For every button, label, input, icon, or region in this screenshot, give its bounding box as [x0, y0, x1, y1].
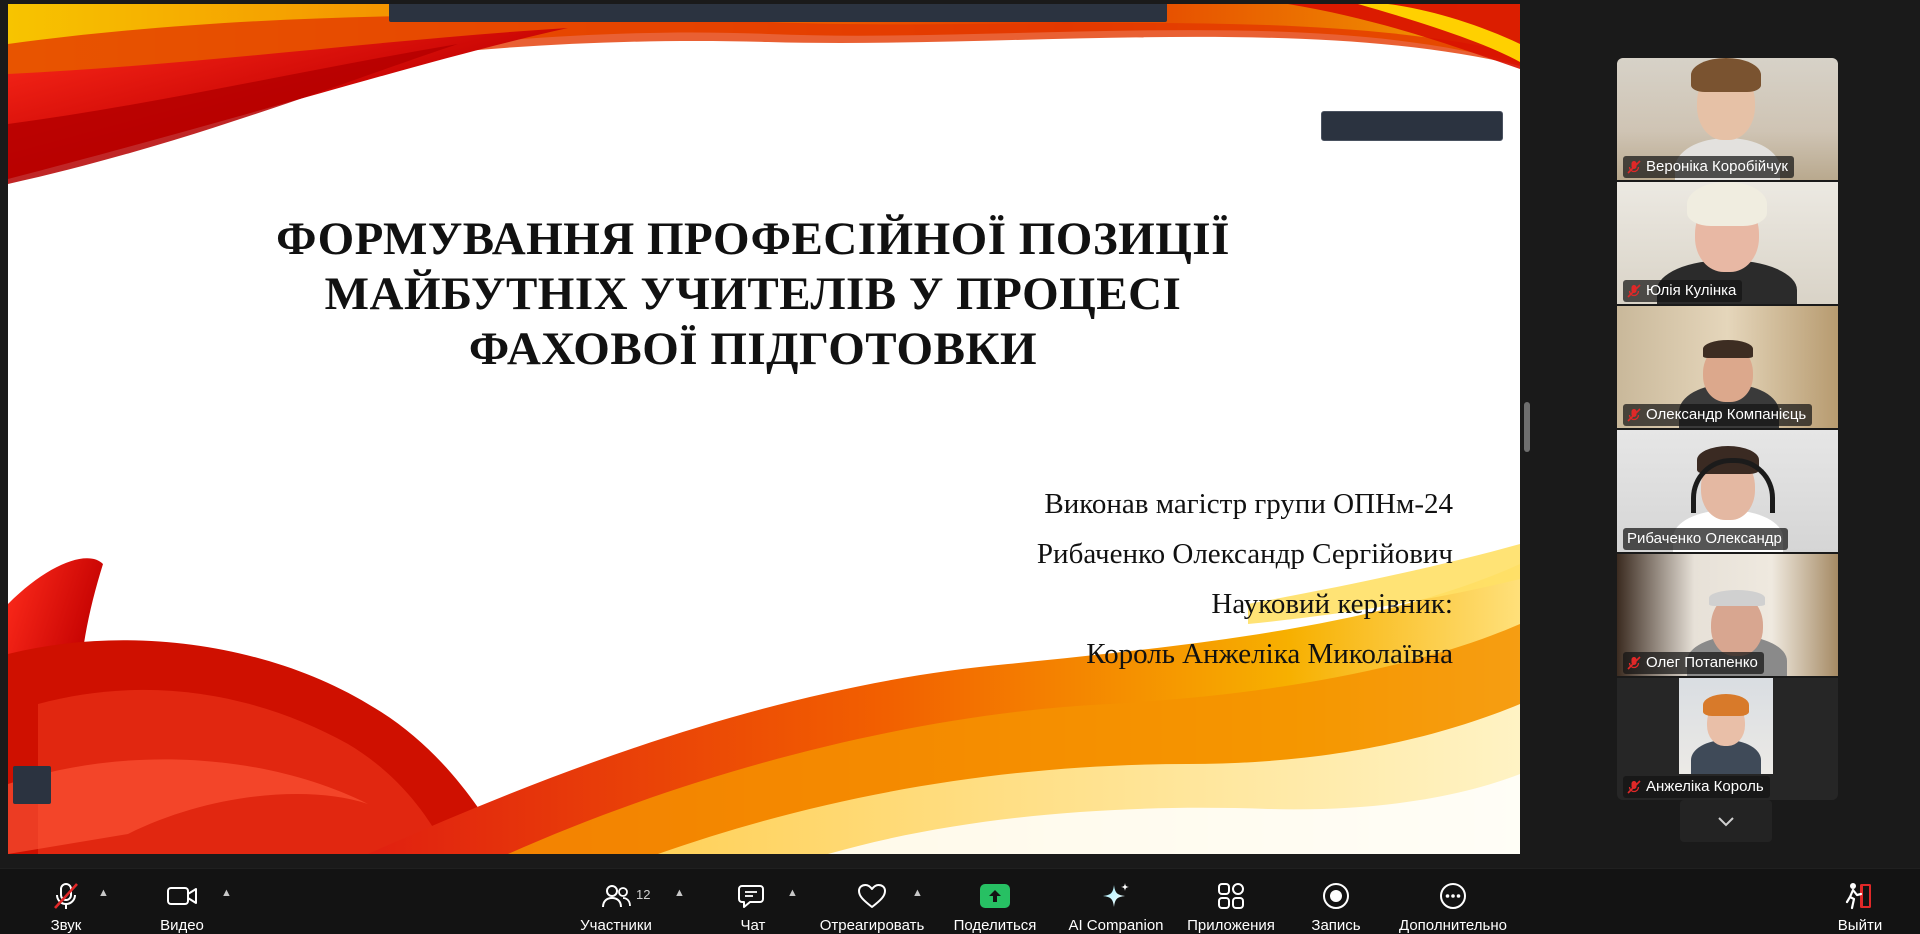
sharing-overlay-button[interactable]: [13, 766, 51, 804]
camera-icon: [167, 887, 197, 905]
more-button[interactable]: Дополнительно: [1395, 869, 1511, 934]
mic-muted-icon: [1627, 160, 1641, 174]
participant-name: Вероніка Коробійчук: [1646, 158, 1788, 175]
ellipsis-icon: [1440, 883, 1466, 909]
participant-name-tag: Вероніка Коробійчук: [1623, 156, 1794, 178]
leave-label: Выйти: [1837, 917, 1883, 934]
participant-name-tag: Олександр Компанієць: [1623, 404, 1813, 426]
participant-tile[interactable]: Анжеліка Король: [1617, 678, 1838, 800]
participant-name-tag: Анжеліка Король: [1623, 776, 1770, 798]
gallery-scroll-down-button[interactable]: [1680, 800, 1772, 842]
author-line: Рибаченко Олександр Сергійович: [1036, 538, 1453, 570]
slide-title-line: ФОРМУВАННЯ ПРОФЕСІЙНОЇ ПОЗИЦІЇ: [276, 213, 1230, 265]
video-label: Видео: [160, 917, 204, 934]
participant-tile[interactable]: Олександр Компанієць: [1617, 306, 1838, 428]
record-dot-icon: [1323, 883, 1349, 909]
slide-ribbon-decoration: [8, 4, 1520, 854]
author-line: Виконав магістр групи ОПНм-24: [1044, 488, 1453, 520]
ai-companion-button[interactable]: AI Companion: [1066, 869, 1166, 934]
audio-button[interactable]: Звук: [40, 869, 92, 934]
mic-muted-icon: [54, 883, 78, 909]
video-button[interactable]: Видео: [154, 869, 210, 934]
participants-label: Участники: [580, 917, 652, 934]
people-icon: [602, 885, 631, 908]
chat-label: Чат: [740, 917, 766, 934]
participant-name: Олег Потапенко: [1646, 654, 1758, 671]
presentation-slide: ФОРМУВАННЯ ПРОФЕСІЙНОЇ ПОЗИЦІЇ МАЙБУТНІХ…: [8, 4, 1520, 854]
chat-options-caret[interactable]: ▲: [787, 887, 801, 899]
author-line: Науковий керівник:: [1211, 588, 1453, 620]
heart-icon: [858, 884, 886, 908]
participant-tile[interactable]: Вероніка Коробійчук: [1617, 58, 1838, 180]
participant-tile[interactable]: Юлія Кулінка: [1617, 182, 1838, 304]
share-label: Поделиться: [953, 917, 1037, 934]
participant-name: Анжеліка Король: [1646, 778, 1764, 795]
more-label: Дополнительно: [1399, 917, 1507, 934]
author-line: Король Анжеліка Миколаївна: [1086, 638, 1453, 670]
audio-options-caret[interactable]: ▲: [98, 887, 112, 899]
share-button[interactable]: Поделиться: [952, 869, 1038, 934]
sharing-status-pill[interactable]: [1321, 111, 1503, 141]
react-label: Отреагировать: [819, 917, 925, 934]
leave-button[interactable]: Выйти: [1836, 869, 1884, 934]
participant-name-tag: Олег Потапенко: [1623, 652, 1764, 674]
participant-tile-active-speaker[interactable]: Рибаченко Олександр: [1617, 430, 1838, 552]
sparkle-icon: [1103, 883, 1129, 907]
panel-resize-handle[interactable]: [1524, 402, 1530, 452]
meeting-toolbar: Звук ▲ Видео ▲ Участники 12 ▲ Чат ▲ Отре…: [0, 868, 1920, 934]
apps-button[interactable]: Приложения: [1183, 869, 1279, 934]
participants-options-caret[interactable]: ▲: [674, 887, 688, 899]
chat-button[interactable]: Чат: [731, 869, 775, 934]
chat-bubble-icon: [738, 885, 764, 908]
participants-count: 12: [636, 887, 651, 902]
chevron-down-icon: [1718, 817, 1734, 827]
participant-name-tag: Рибаченко Олександр: [1623, 528, 1788, 550]
record-label: Запись: [1311, 917, 1361, 934]
mic-muted-icon: [1627, 284, 1641, 298]
apps-grid-icon: [1218, 883, 1244, 909]
mic-muted-icon: [1627, 408, 1641, 422]
slide-title-line: ФАХОВОЇ ПІДГОТОВКИ: [468, 323, 1038, 375]
exit-door-icon: [1845, 883, 1871, 910]
participant-name-tag: Юлія Кулінка: [1623, 280, 1743, 302]
react-button[interactable]: Отреагировать: [817, 869, 927, 934]
apps-label: Приложения: [1187, 917, 1275, 934]
slide-author-block: Виконав магістр групи ОПНм-24 Рибаченко …: [888, 479, 1453, 679]
slide-title-line: МАЙБУТНІХ УЧИТЕЛІВ У ПРОЦЕСІ: [324, 268, 1182, 320]
participant-tile[interactable]: Олег Потапенко: [1617, 554, 1838, 676]
participant-name: Рибаченко Олександр: [1627, 530, 1782, 547]
participant-name: Олександр Компанієць: [1646, 406, 1807, 423]
slide-title: ФОРМУВАННЯ ПРОФЕСІЙНОЇ ПОЗИЦІЇ МАЙБУТНІХ…: [188, 212, 1318, 377]
shared-screen-area: ФОРМУВАННЯ ПРОФЕСІЙНОЇ ПОЗИЦІЇ МАЙБУТНІХ…: [0, 0, 1540, 870]
record-button[interactable]: Запись: [1307, 869, 1365, 934]
mic-muted-icon: [1627, 656, 1641, 670]
share-up-arrow-icon: [980, 884, 1010, 908]
react-options-caret[interactable]: ▲: [912, 887, 926, 899]
video-options-caret[interactable]: ▲: [221, 887, 235, 899]
mic-muted-icon: [1627, 780, 1641, 794]
participant-name: Юлія Кулінка: [1646, 282, 1737, 299]
ai-companion-label: AI Companion: [1068, 917, 1164, 934]
sharing-control-bar[interactable]: [389, 4, 1167, 22]
audio-label: Звук: [50, 917, 82, 934]
